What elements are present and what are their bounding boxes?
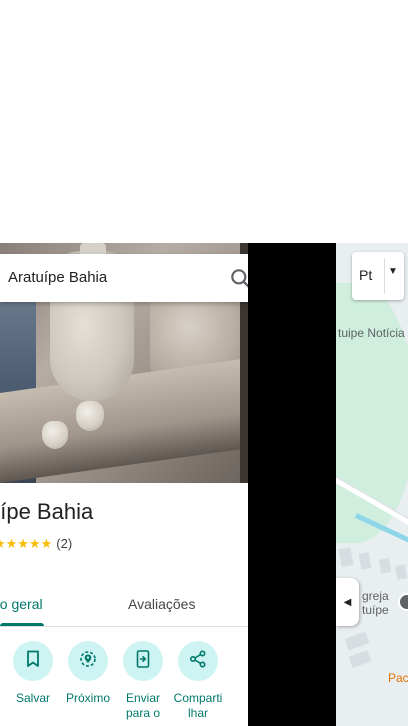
layer-button-label: Pt [359, 267, 373, 283]
bookmark-icon [25, 650, 41, 673]
church-pin-icon[interactable] [398, 593, 408, 611]
share-icon [189, 649, 207, 673]
nearby-icon [79, 650, 97, 673]
save-label: Salvar [15, 691, 50, 705]
map-canvas[interactable]: tuipe Notícia greja tuípe Pac [336, 243, 408, 726]
map-label-pac[interactable]: Pac [388, 671, 408, 685]
review-count[interactable]: (2) [56, 536, 72, 551]
rating-stars: ★★★★★ [0, 536, 53, 551]
chevron-left-icon: ◀ [343, 596, 352, 608]
nearby-button[interactable]: Próximo [60, 641, 116, 706]
collapse-panel-button[interactable]: ◀ [336, 578, 359, 626]
action-row: Salvar Próximo Enviar para o … [0, 641, 248, 726]
save-button[interactable]: Salvar [5, 641, 61, 706]
place-panel: Aratuípe Bahia uípe Bahia ★★★★★(2) ão ge… [0, 243, 248, 726]
caret-down-icon[interactable]: ▼ [388, 266, 398, 277]
share-button[interactable]: Comparti lhar [170, 641, 226, 721]
map-label-noticia[interactable]: tuipe Notícia [338, 326, 405, 340]
empty-top-area [0, 0, 408, 243]
send-to-phone-button[interactable]: Enviar para o … [115, 641, 171, 726]
map-label-church[interactable]: greja tuípe [362, 589, 389, 617]
search-box[interactable]: Aratuípe Bahia [0, 254, 248, 302]
share-label: Comparti lhar [173, 691, 223, 720]
language-layer-button[interactable]: Pt ▼ [352, 252, 404, 300]
rating-row[interactable]: ★★★★★(2) [0, 536, 72, 552]
tab-overview[interactable]: ão geral [0, 596, 43, 612]
black-gap [248, 243, 336, 726]
send-to-phone-icon [136, 649, 150, 673]
nearby-label: Próximo [65, 691, 110, 705]
tab-reviews[interactable]: Avaliações [128, 596, 195, 612]
search-query[interactable]: Aratuípe Bahia [8, 269, 107, 286]
send-to-phone-label: Enviar para o … [125, 691, 161, 726]
active-tab-indicator [0, 623, 44, 626]
search-icon[interactable] [228, 266, 248, 292]
place-title: uípe Bahia [0, 499, 94, 524]
tab-bar: ão geral Avaliações [0, 583, 248, 627]
